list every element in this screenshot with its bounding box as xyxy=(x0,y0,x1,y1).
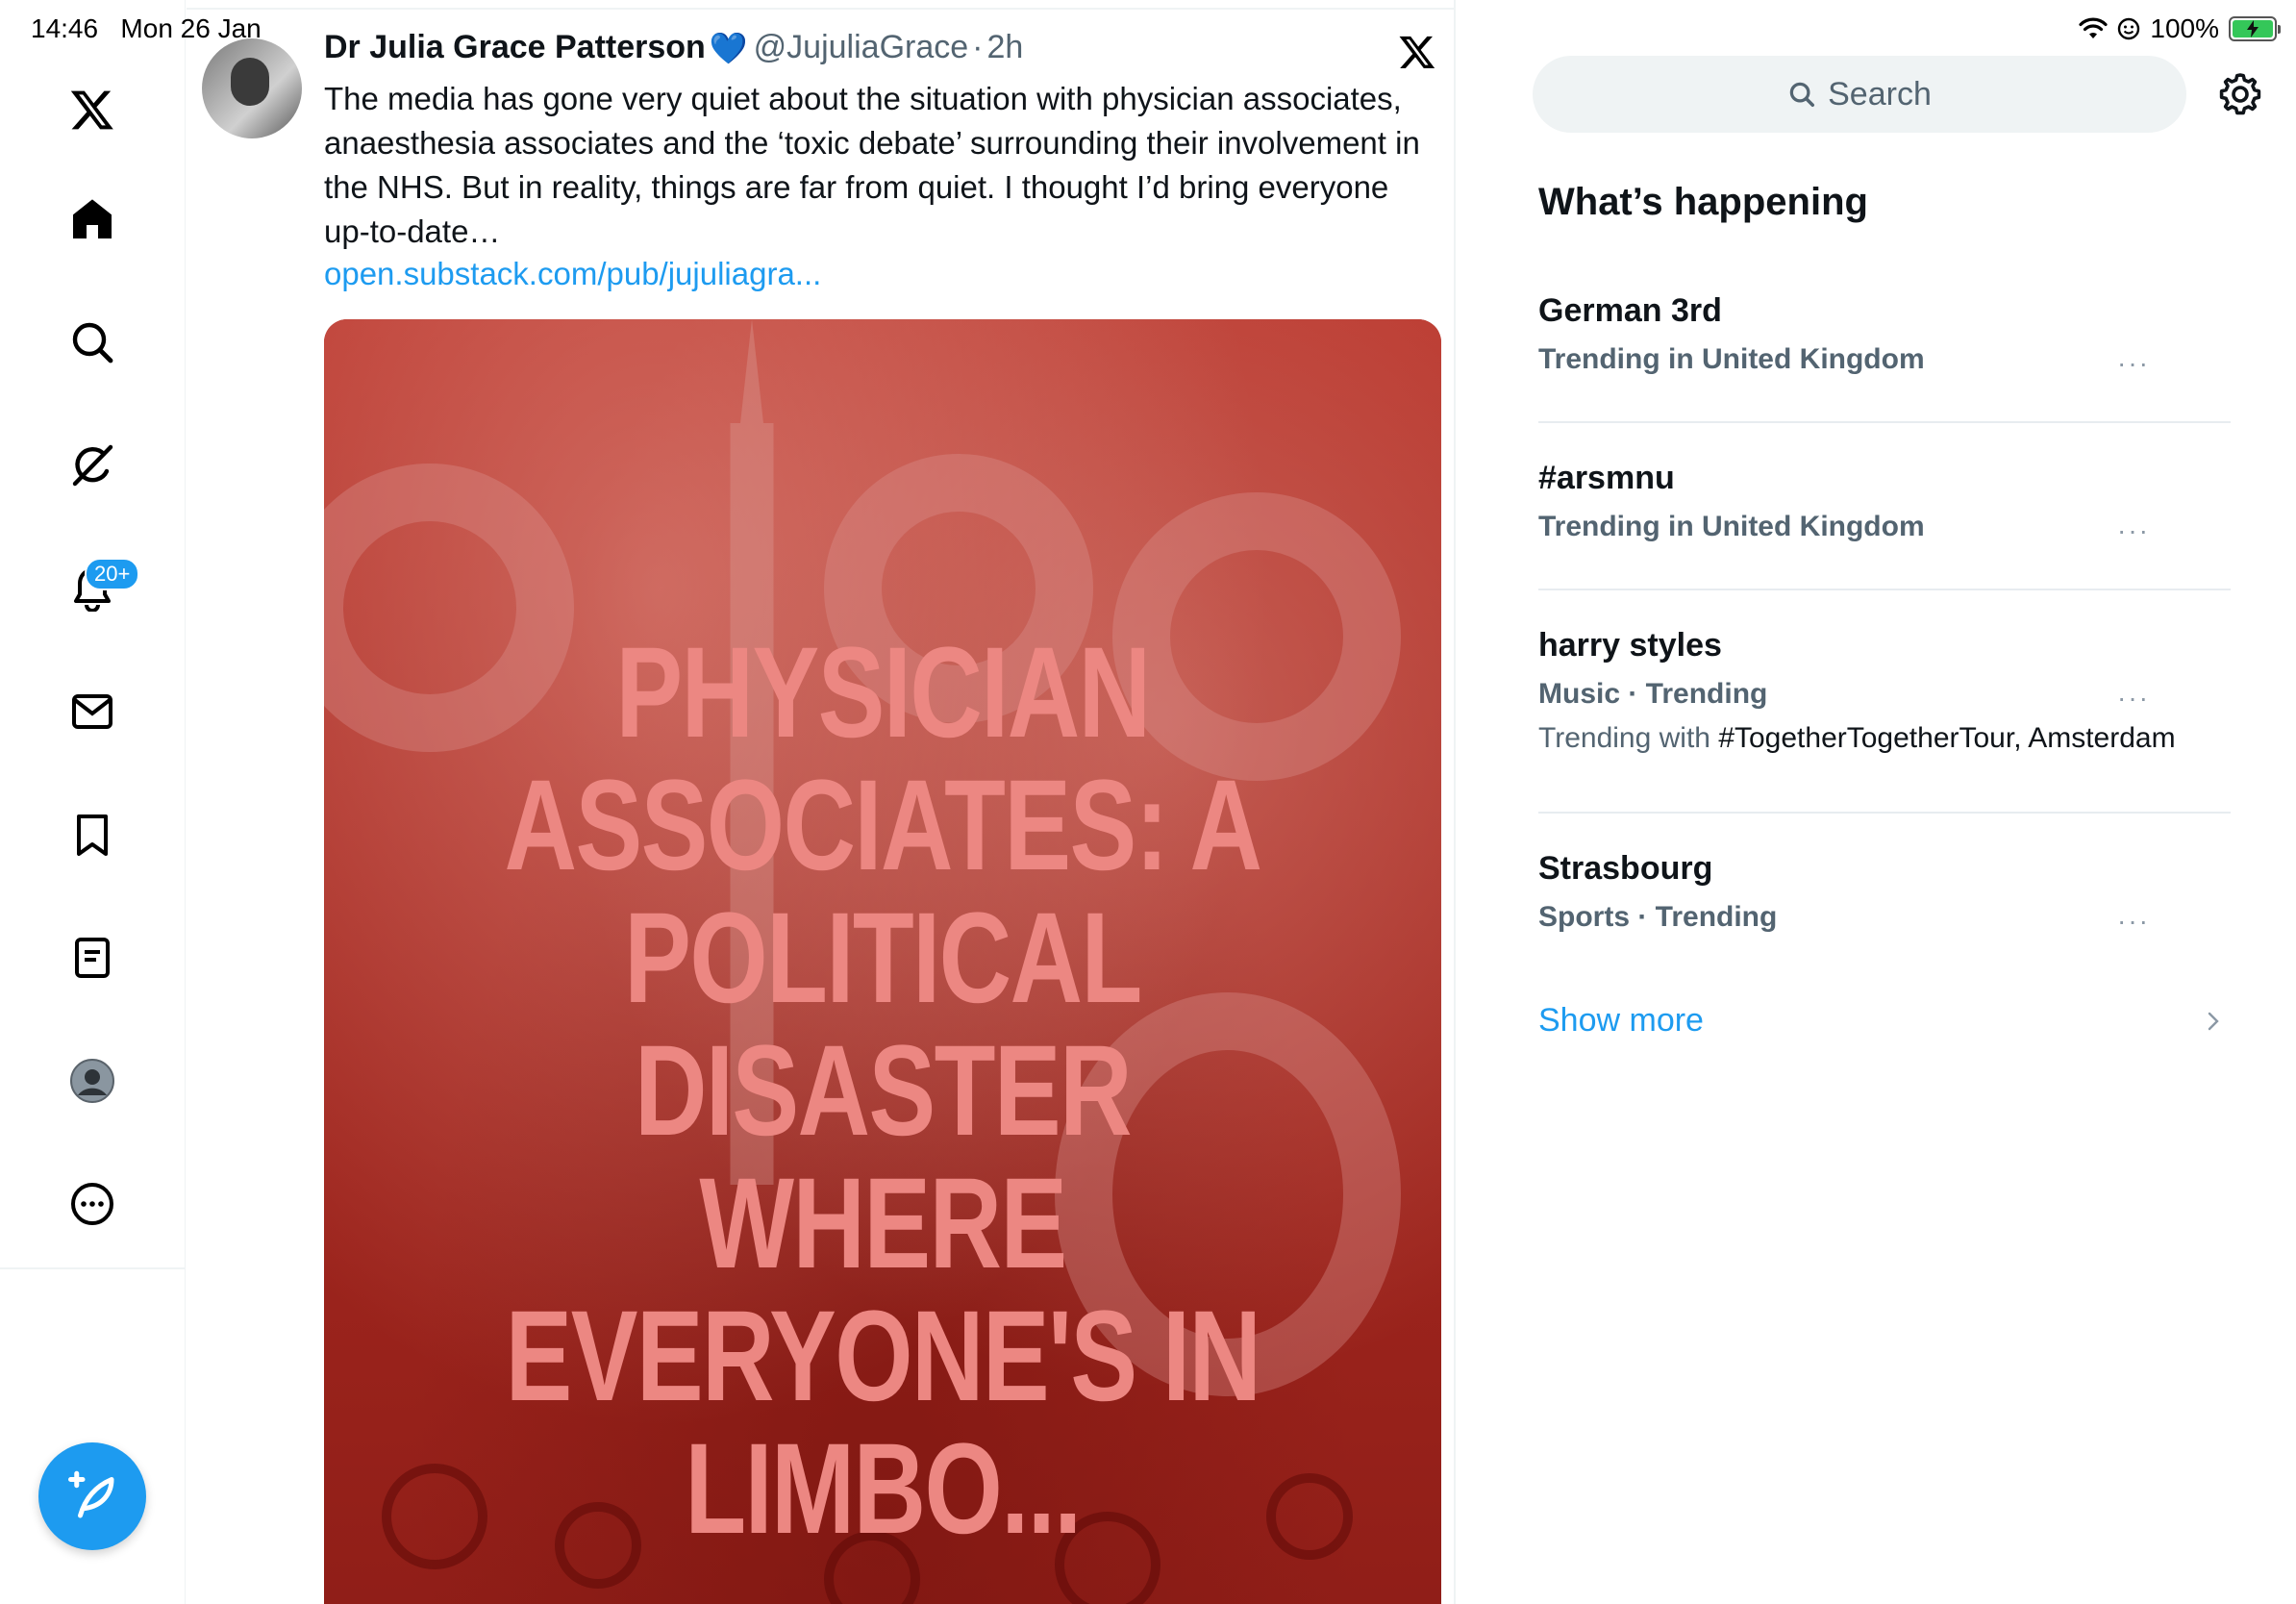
mail-icon xyxy=(72,694,112,729)
battery-percentage: 100% xyxy=(2150,13,2219,43)
nav-lists[interactable] xyxy=(62,927,123,989)
nav-profile[interactable] xyxy=(62,1050,123,1112)
nav-more[interactable] xyxy=(62,1173,123,1235)
tweet-link[interactable]: open.substack.com/pub/jujuliagra... xyxy=(324,256,821,292)
nav-messages[interactable] xyxy=(62,681,123,742)
search-placeholder: Search xyxy=(1828,75,1932,113)
nav-grok[interactable] xyxy=(62,435,123,496)
bookmark-icon xyxy=(77,815,108,856)
trend-name: German 3rd xyxy=(1538,292,1722,329)
avatar-icon xyxy=(70,1059,114,1103)
nav-bookmarks[interactable] xyxy=(62,804,123,865)
trend-context-topics: #TogetherTogetherTour, Amsterdam xyxy=(1718,722,2176,754)
x-logo-button[interactable] xyxy=(62,79,123,140)
section-title: What’s happening xyxy=(1538,181,1868,223)
search-icon xyxy=(72,322,113,363)
trend-name: harry styles xyxy=(1538,627,1722,664)
trend-context-prefix: Trending with xyxy=(1538,722,1719,754)
trend-context: Trending with #TogetherTogetherTour, Ams… xyxy=(1538,722,2231,755)
nav-home[interactable] xyxy=(62,188,123,250)
compose-post-button[interactable] xyxy=(38,1442,146,1550)
trend-divider xyxy=(1538,589,2231,590)
trend-more-button[interactable]: ··· xyxy=(2117,348,2150,379)
search-input[interactable]: Search xyxy=(1533,56,2186,133)
compose-feather-icon xyxy=(68,1470,114,1518)
tweet-media-image[interactable]: PHYSICIAN ASSOCIATES: A POLITICAL DISAST… xyxy=(324,319,1441,1604)
status-time: 14:46 Mon 26 Jan xyxy=(31,13,262,44)
chevron-right-icon xyxy=(2208,1012,2219,1031)
battery-fill xyxy=(2233,20,2273,38)
trend-divider xyxy=(1538,421,2231,423)
focus-smile-icon xyxy=(2118,17,2140,40)
trend-divider xyxy=(1538,812,2231,814)
media-headline: PHYSICIAN ASSOCIATES: A POLITICAL DISAST… xyxy=(504,621,1262,1561)
trend-name: Strasbourg xyxy=(1538,850,1713,887)
show-more-link[interactable]: Show more xyxy=(1538,1002,1704,1040)
status-bar: 14:46 Mon 26 Jan 100% xyxy=(0,0,2296,58)
tweet-text: The media has gone very quiet about the … xyxy=(324,81,1420,249)
search-icon xyxy=(1789,82,1815,107)
right-sidebar: Search What’s happening German 3rd Trend… xyxy=(1458,0,2296,1604)
settings-gear-icon[interactable] xyxy=(2217,71,2263,117)
grok-icon xyxy=(72,444,113,487)
left-nav: 20+ xyxy=(0,0,186,1604)
charging-bolt-icon xyxy=(2247,20,2259,38)
trend-more-button[interactable]: ··· xyxy=(2117,683,2150,714)
trend-more-button[interactable]: ··· xyxy=(2117,515,2150,546)
x-logo-icon xyxy=(70,90,113,130)
wifi-icon xyxy=(2079,17,2108,38)
notifications-badge: 20+ xyxy=(85,558,140,590)
home-icon xyxy=(73,199,112,238)
nav-divider xyxy=(0,1267,186,1269)
trend-more-button[interactable]: ··· xyxy=(2117,906,2150,937)
more-circle-icon xyxy=(71,1183,113,1225)
status-date: Mon 26 Jan xyxy=(120,13,262,43)
timeline: Dr Julia Grace Patterson 💙 @JujuliaGrace… xyxy=(187,0,1456,1604)
trend-name: #arsmnu xyxy=(1538,460,1675,496)
status-indicators: 100% xyxy=(2079,13,2281,44)
battery-icon xyxy=(2229,16,2281,41)
list-icon xyxy=(75,938,110,978)
nav-explore[interactable] xyxy=(62,312,123,373)
status-clock: 14:46 xyxy=(31,13,99,43)
